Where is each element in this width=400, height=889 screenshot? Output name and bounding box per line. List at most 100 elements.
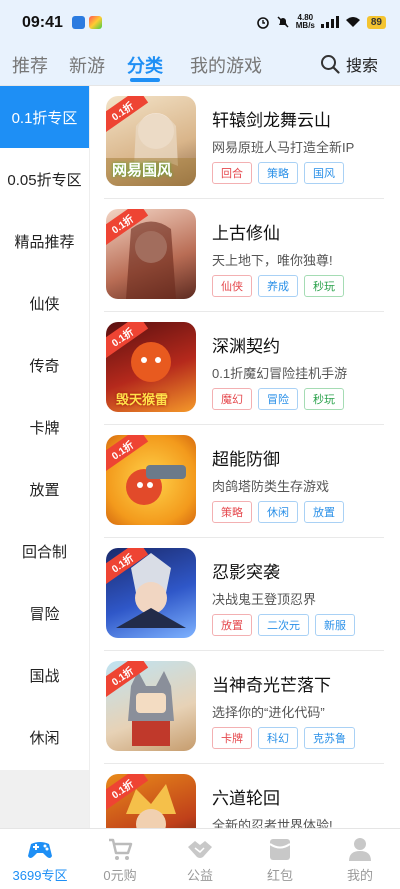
game-title: 忍影突袭 bbox=[212, 563, 280, 582]
game-description: 天上地下，唯你独尊! bbox=[212, 253, 333, 268]
sidebar-item-card[interactable]: 卡牌 bbox=[0, 396, 89, 458]
network-speed: 4.80 MB/s bbox=[295, 13, 315, 30]
nav-label: 我的 bbox=[346, 868, 373, 883]
game-tag: 休闲 bbox=[258, 501, 298, 523]
game-tag: 回合 bbox=[212, 162, 252, 184]
nav-charity[interactable]: 公益 bbox=[160, 829, 240, 889]
tab-category[interactable]: 分类 bbox=[127, 52, 163, 78]
game-icon: 0.1折 bbox=[106, 548, 196, 638]
game-icon: 0.1折 bbox=[106, 435, 196, 525]
game-tag: 魔幻 bbox=[212, 388, 252, 410]
game-description: 网易原班人马打造全新IP bbox=[212, 140, 355, 155]
game-tag: 策略 bbox=[258, 162, 298, 184]
game-description: 决战鬼王登顶忍界 bbox=[212, 592, 317, 607]
envelope-icon bbox=[269, 839, 291, 860]
game-card-chaoneng[interactable]: 0.1折 超能防御 肉鸽塔防类生存游戏 策略 休闲 放置 bbox=[90, 425, 400, 538]
handshake-icon bbox=[188, 841, 212, 858]
game-icon: 网易国风 0.1折 bbox=[106, 96, 196, 186]
game-title: 当神奇光芒落下 bbox=[212, 676, 331, 695]
game-title: 轩辕剑龙舞云山 bbox=[212, 111, 331, 130]
active-tab-indicator bbox=[130, 78, 160, 82]
tab-new-games[interactable]: 新游 bbox=[69, 52, 105, 78]
category-sidebar: 0.1折专区 0.05折专区 精品推荐 仙侠 传奇 卡牌 放置 回合制 冒险 国… bbox=[0, 86, 89, 770]
nav-zero-yuan-buy[interactable]: 0元购 bbox=[80, 829, 160, 889]
game-description: 肉鸽塔防类生存游戏 bbox=[212, 479, 330, 494]
game-card-liudao[interactable]: 0.1折 六道轮回 全新的忍者世界体验! bbox=[90, 764, 400, 828]
game-card-renying[interactable]: 0.1折 忍影突袭 决战鬼王登顶忍界 放置 二次元 新服 bbox=[90, 538, 400, 651]
game-tag: 放置 bbox=[212, 614, 252, 636]
game-tags: 放置 二次元 新服 bbox=[212, 614, 355, 636]
sidebar-item-0.05-discount[interactable]: 0.05折专区 bbox=[0, 148, 89, 210]
sidebar-item-turn-based[interactable]: 回合制 bbox=[0, 520, 89, 582]
game-tag: 秒玩 bbox=[304, 275, 344, 297]
app-notification-icon-2 bbox=[89, 16, 102, 29]
game-tags: 仙侠 养成 秒玩 bbox=[212, 275, 344, 297]
game-tag: 冒险 bbox=[258, 388, 298, 410]
game-tag: 克苏鲁 bbox=[304, 727, 355, 749]
battery-indicator: 89 bbox=[366, 15, 386, 29]
game-tag: 科幻 bbox=[258, 727, 298, 749]
game-card-dangshen[interactable]: 0.1折 当神奇光芒落下 选择你的“进化代码” 卡牌 科幻 克苏鲁 bbox=[90, 651, 400, 764]
sidebar-item-0.1-discount[interactable]: 0.1折专区 bbox=[0, 86, 89, 148]
cart-icon bbox=[109, 838, 133, 860]
sidebar-item-featured[interactable]: 精品推荐 bbox=[0, 210, 89, 272]
sidebar-item-casual[interactable]: 休闲 bbox=[0, 706, 89, 768]
search-icon bbox=[320, 55, 340, 74]
game-tag: 秒玩 bbox=[304, 388, 344, 410]
game-title: 六道轮回 bbox=[212, 789, 280, 808]
game-tags: 魔幻 冒险 秒玩 bbox=[212, 388, 344, 410]
signal-icon bbox=[320, 16, 339, 28]
nav-label: 0元购 bbox=[103, 868, 137, 883]
game-icon: 0.1折 bbox=[106, 661, 196, 751]
game-tag: 养成 bbox=[258, 275, 298, 297]
game-icon: 0.1折 bbox=[106, 774, 196, 828]
game-card-shenyuan[interactable]: 毁天猴雷 0.1折 深渊契约 0.1折魔幻冒险挂机手游 魔幻 冒险 秒玩 bbox=[90, 312, 400, 425]
game-tag: 新服 bbox=[315, 614, 355, 636]
wifi-icon bbox=[345, 17, 360, 27]
game-title: 超能防御 bbox=[212, 450, 280, 469]
sidebar-item-adventure[interactable]: 冒险 bbox=[0, 582, 89, 644]
game-card-xuanyuan[interactable]: 网易国风 0.1折 轩辕剑龙舞云山 网易原班人马打造全新IP 回合 策略 国风 bbox=[90, 86, 400, 199]
game-icon-text: 网易国风 bbox=[112, 162, 173, 179]
nav-label: 公益 bbox=[186, 868, 213, 883]
top-tab-bar: 推荐 新游 分类 我的游戏 搜索 bbox=[0, 44, 400, 86]
app-notification-icon bbox=[72, 16, 85, 29]
gamepad-icon bbox=[28, 842, 52, 858]
sidebar-item-xianxia[interactable]: 仙侠 bbox=[0, 272, 89, 334]
game-tag: 放置 bbox=[304, 501, 344, 523]
alarm-icon bbox=[256, 17, 269, 29]
sidebar-item-legend[interactable]: 传奇 bbox=[0, 334, 89, 396]
game-title: 深渊契约 bbox=[212, 337, 280, 356]
mute-icon bbox=[277, 16, 289, 28]
sidebar-item-national-war[interactable]: 国战 bbox=[0, 644, 89, 706]
game-tags: 回合 策略 国风 bbox=[212, 162, 344, 184]
search-button[interactable]: 搜索 bbox=[320, 52, 378, 76]
search-label: 搜索 bbox=[345, 58, 378, 75]
game-tag: 策略 bbox=[212, 501, 252, 523]
status-time: 09:41 bbox=[22, 14, 63, 31]
game-icon: 0.1折 bbox=[106, 209, 196, 299]
game-list: 网易国风 0.1折 轩辕剑龙舞云山 网易原班人马打造全新IP 回合 策略 国风 … bbox=[90, 86, 400, 828]
status-bar: 09:41 4.80 MB/s 89 bbox=[0, 0, 400, 44]
game-tag: 二次元 bbox=[258, 614, 309, 636]
game-card-shanggu[interactable]: 0.1折 上古修仙 天上地下，唯你独尊! 仙侠 养成 秒玩 bbox=[90, 199, 400, 312]
game-description: 选择你的“进化代码” bbox=[212, 705, 325, 720]
bottom-nav: 3699专区 0元购 公益 红包 我的 bbox=[0, 828, 400, 889]
game-icon: 毁天猴雷 0.1折 bbox=[106, 322, 196, 412]
tab-my-games[interactable]: 我的游戏 bbox=[190, 52, 262, 78]
nav-label: 红包 bbox=[266, 868, 293, 883]
game-icon-text: 毁天猴雷 bbox=[116, 392, 169, 407]
game-title: 上古修仙 bbox=[212, 224, 280, 243]
game-tags: 卡牌 科幻 克苏鲁 bbox=[212, 727, 355, 749]
nav-red-packet[interactable]: 红包 bbox=[240, 829, 320, 889]
game-description: 0.1折魔幻冒险挂机手游 bbox=[212, 366, 348, 381]
game-tag: 卡牌 bbox=[212, 727, 252, 749]
game-tag: 国风 bbox=[304, 162, 344, 184]
sidebar-empty-area bbox=[0, 770, 89, 828]
sidebar-item-idle[interactable]: 放置 bbox=[0, 458, 89, 520]
tab-recommend[interactable]: 推荐 bbox=[12, 52, 48, 78]
game-description: 全新的忍者世界体验! bbox=[212, 818, 333, 828]
nav-profile[interactable]: 我的 bbox=[320, 829, 400, 889]
game-tags: 策略 休闲 放置 bbox=[212, 501, 344, 523]
nav-3699-zone[interactable]: 3699专区 bbox=[0, 829, 80, 889]
